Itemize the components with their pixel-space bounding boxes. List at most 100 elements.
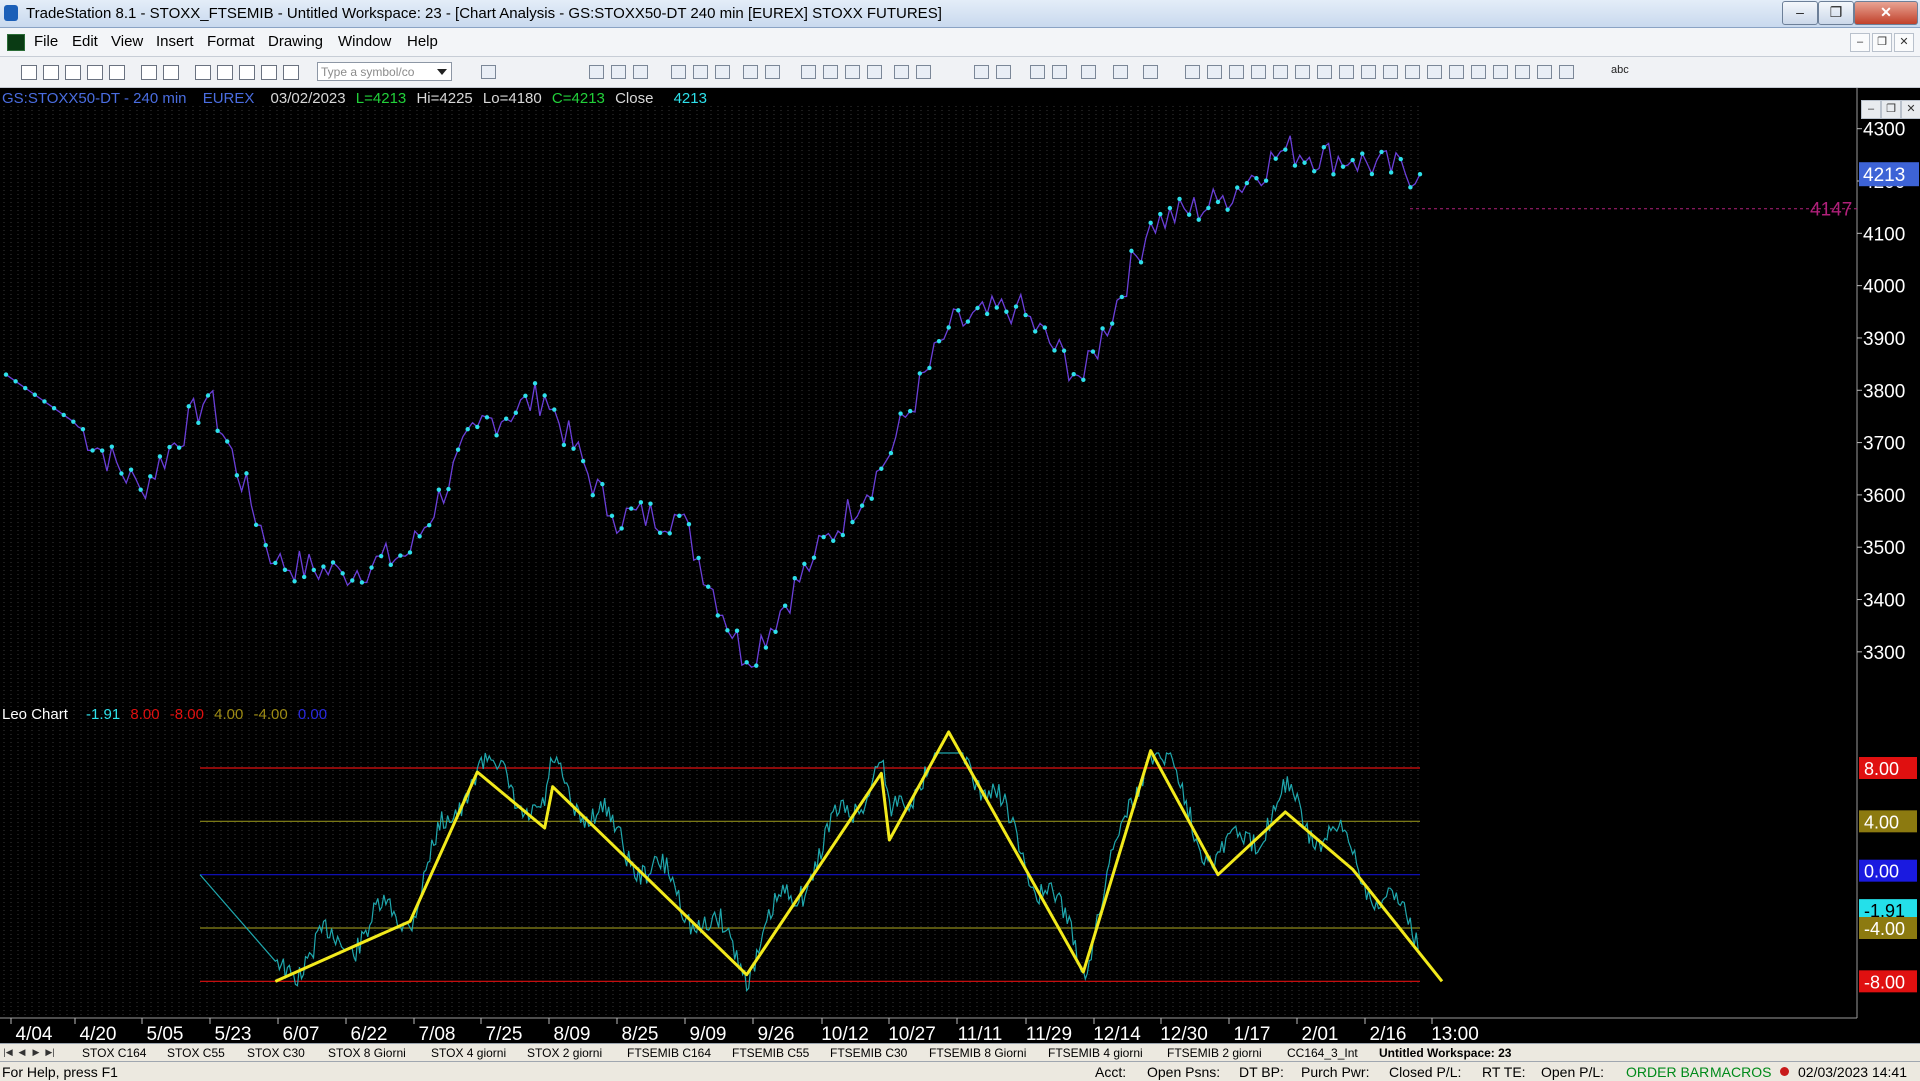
- symbol-dropdown-icon[interactable]: [437, 69, 447, 75]
- folder-icon[interactable]: [109, 65, 125, 80]
- copy-icon[interactable]: [195, 65, 211, 80]
- pane-close-button[interactable]: ✕: [1901, 100, 1920, 119]
- rectangle-icon[interactable]: [1449, 65, 1464, 79]
- ellipse-icon[interactable]: [1427, 65, 1442, 79]
- lock-icon[interactable]: [239, 65, 255, 80]
- symbol-input[interactable]: Type a symbol/co: [317, 62, 452, 81]
- chart-window-icon[interactable]: [7, 34, 25, 51]
- go-arrow-icon[interactable]: [458, 65, 466, 77]
- menu-help[interactable]: Help: [407, 33, 438, 50]
- tab-ftsemib-2-giorni[interactable]: FTSEMIB 2 giorni: [1167, 1045, 1262, 1061]
- channel-icon[interactable]: [1251, 65, 1266, 79]
- data-tips-icon[interactable]: [1052, 65, 1067, 79]
- compress-icon[interactable]: [894, 65, 909, 79]
- indicator-icon[interactable]: [743, 65, 758, 79]
- speed-lines-icon[interactable]: [1295, 65, 1310, 79]
- open-workspace-icon[interactable]: [65, 65, 81, 80]
- menu-window[interactable]: Window: [338, 33, 391, 50]
- mdi-minimize-button[interactable]: –: [1850, 33, 1870, 52]
- new-workspace-icon[interactable]: [87, 65, 103, 80]
- gann-icon[interactable]: [1317, 65, 1332, 79]
- chart-canvas[interactable]: 4300420041004000390038003700360035003400…: [0, 88, 1920, 1043]
- maximize-button[interactable]: ❐: [1818, 1, 1854, 25]
- menu-drawing[interactable]: Drawing: [268, 33, 323, 50]
- tab-stox-c55[interactable]: STOX C55: [167, 1045, 225, 1061]
- tab-ftsemib-c164[interactable]: FTSEMIB C164: [627, 1045, 711, 1061]
- fibonacci-icon[interactable]: [1273, 65, 1288, 79]
- symbol-lookup-icon[interactable]: [481, 65, 496, 79]
- tab-last-icon[interactable]: ▶|: [44, 1046, 56, 1058]
- insert-icon[interactable]: [1143, 65, 1158, 79]
- date-tick-label: 11/11: [958, 1024, 1003, 1043]
- new-icon[interactable]: [21, 65, 37, 80]
- optionstation-icon[interactable]: [671, 65, 686, 79]
- radar-icon[interactable]: [611, 65, 626, 79]
- trendline-icon[interactable]: [1185, 65, 1200, 79]
- macros-button[interactable]: MACROS: [1710, 1064, 1771, 1080]
- tab-stox-8-giorni[interactable]: STOX 8 Giorni: [328, 1045, 406, 1061]
- zoom-in-icon[interactable]: [974, 65, 989, 79]
- expand-icon[interactable]: [916, 65, 931, 79]
- tab-ftsemib-c30[interactable]: FTSEMIB C30: [830, 1045, 907, 1061]
- scanner-icon[interactable]: [693, 65, 708, 79]
- price-point: [1263, 178, 1269, 183]
- tab-prev-icon[interactable]: ◀: [16, 1046, 28, 1058]
- tab-stox-4-giorni[interactable]: STOX 4 giorni: [431, 1045, 506, 1061]
- tab-first-icon[interactable]: |◀: [2, 1046, 14, 1058]
- tab-cc164-3-int[interactable]: CC164_3_Int: [1287, 1045, 1358, 1061]
- hammer-icon[interactable]: [1081, 65, 1096, 79]
- tools-icon[interactable]: [261, 65, 277, 80]
- bar-chart-icon[interactable]: [801, 65, 816, 79]
- price-point: [1369, 171, 1375, 177]
- mkt-depth-icon[interactable]: [845, 65, 860, 79]
- title-bar: TradeStation 8.1 - STOXX_FTSEMIB - Untit…: [0, 0, 1920, 28]
- menu-format[interactable]: Format: [207, 33, 255, 50]
- print-icon[interactable]: [163, 65, 179, 80]
- candle-icon[interactable]: [823, 65, 838, 79]
- close-button[interactable]: ✕: [1854, 1, 1918, 25]
- horizontal-line-icon[interactable]: [1229, 65, 1244, 79]
- tab-untitled-workspace[interactable]: Untitled Workspace: 23: [1379, 1045, 1511, 1061]
- vertical-line-icon[interactable]: [1207, 65, 1222, 79]
- circle-icon[interactable]: [1537, 65, 1552, 79]
- zoom-out-icon[interactable]: [996, 65, 1011, 79]
- tab-next-icon[interactable]: ▶: [30, 1046, 42, 1058]
- open-icon[interactable]: [43, 65, 59, 80]
- pointer-icon[interactable]: [1030, 65, 1045, 79]
- text-tool-icon[interactable]: abc: [1611, 64, 1629, 76]
- tab-stox-2-giorni[interactable]: STOX 2 giorni: [527, 1045, 602, 1061]
- arrow-down-icon[interactable]: [1383, 65, 1398, 79]
- minimize-button[interactable]: –: [1782, 1, 1818, 25]
- menu-edit[interactable]: Edit: [72, 33, 98, 50]
- chart-window-icon[interactable]: [589, 65, 604, 79]
- menu-insert[interactable]: Insert: [156, 33, 194, 50]
- news-icon[interactable]: [765, 65, 780, 79]
- blue-arrow-icon[interactable]: [1515, 65, 1530, 79]
- globe-icon[interactable]: [283, 65, 299, 80]
- mdi-close-button[interactable]: ✕: [1894, 33, 1914, 52]
- strategy-icon[interactable]: [715, 65, 730, 79]
- mdi-restore-button[interactable]: ❐: [1872, 33, 1892, 52]
- format-icon[interactable]: [1113, 65, 1128, 79]
- freehand-icon[interactable]: [1471, 65, 1486, 79]
- tab-ftsemib-8-giorni[interactable]: FTSEMIB 8 Giorni: [929, 1045, 1026, 1061]
- menu-file[interactable]: File: [34, 33, 58, 50]
- order-bar-button[interactable]: ORDER BAR: [1626, 1064, 1709, 1080]
- cycle-icon[interactable]: [1361, 65, 1376, 79]
- paste-icon[interactable]: [217, 65, 233, 80]
- tab-ftsemib-4-giorni[interactable]: FTSEMIB 4 giorni: [1048, 1045, 1143, 1061]
- arrow-up-icon[interactable]: [1405, 65, 1420, 79]
- matrix-icon[interactable]: [633, 65, 648, 79]
- menu-view[interactable]: View: [111, 33, 143, 50]
- pane-minimize-button[interactable]: –: [1861, 100, 1881, 119]
- tab-ftsemib-c55[interactable]: FTSEMIB C55: [732, 1045, 809, 1061]
- square-icon[interactable]: [1559, 65, 1574, 79]
- red-arrow-icon[interactable]: [1493, 65, 1508, 79]
- tab-stox-c164[interactable]: STOX C164: [82, 1045, 146, 1061]
- tab-stox-c30[interactable]: STOX C30: [247, 1045, 305, 1061]
- andrews-icon[interactable]: [1339, 65, 1354, 79]
- chart-window[interactable]: 4300420041004000390038003700360035003400…: [0, 88, 1920, 1043]
- print-preview-icon[interactable]: [141, 65, 157, 80]
- pane-restore-button[interactable]: ❐: [1881, 100, 1901, 119]
- bars-icon[interactable]: [867, 65, 882, 79]
